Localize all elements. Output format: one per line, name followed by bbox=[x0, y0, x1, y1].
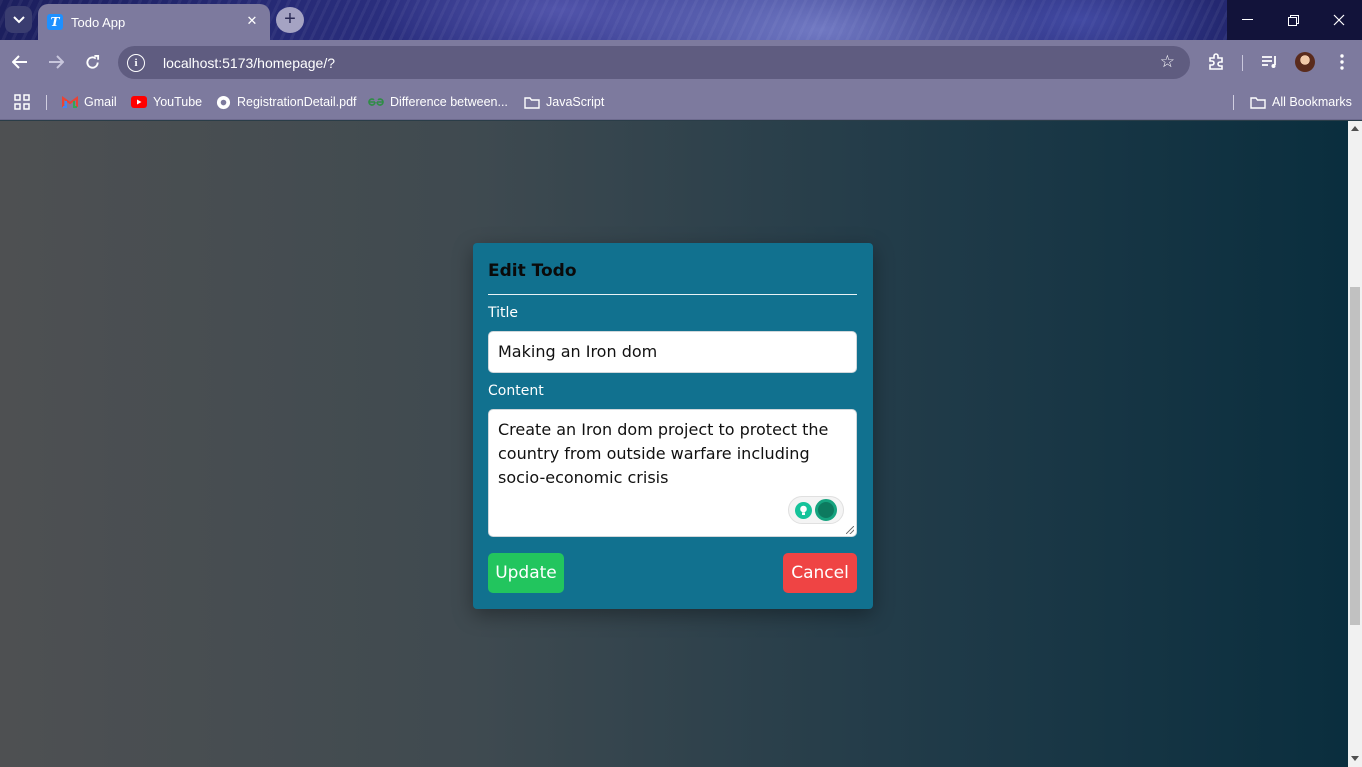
tab-todo-app[interactable]: T Todo App ✕ bbox=[38, 4, 270, 40]
reload-button[interactable] bbox=[81, 51, 103, 73]
youtube-icon bbox=[131, 94, 147, 110]
gmail-icon bbox=[62, 94, 78, 110]
bookmark-star-icon[interactable]: ☆ bbox=[1160, 52, 1175, 72]
new-tab-button[interactable]: + bbox=[276, 7, 304, 33]
update-button[interactable]: Update bbox=[488, 553, 564, 593]
restore-button[interactable] bbox=[1270, 0, 1316, 40]
bookmarks-separator-right bbox=[1233, 95, 1234, 110]
kebab-menu-icon[interactable] bbox=[1332, 52, 1352, 72]
close-window-button[interactable] bbox=[1316, 0, 1362, 40]
toolbar-divider bbox=[1242, 55, 1243, 71]
bookmark-label: JavaScript bbox=[546, 95, 605, 109]
scrollbar-thumb[interactable] bbox=[1350, 287, 1360, 625]
bookmark-gmail[interactable]: Gmail bbox=[62, 92, 117, 112]
tab-title: Todo App bbox=[71, 14, 126, 30]
media-control-icon[interactable] bbox=[1260, 52, 1280, 72]
chevron-down-icon bbox=[12, 15, 25, 23]
bookmarks-separator bbox=[46, 95, 47, 110]
scroll-up-arrow-icon[interactable] bbox=[1351, 126, 1359, 131]
dialog-heading: Edit Todo bbox=[488, 261, 577, 281]
tab-strip: T Todo App ✕ + bbox=[0, 0, 1362, 40]
bookmark-youtube[interactable]: YouTube bbox=[131, 92, 202, 112]
bookmark-label: Difference between... bbox=[390, 95, 508, 109]
url-text[interactable]: localhost:5173/homepage/? bbox=[163, 55, 335, 71]
bookmark-folder-javascript[interactable]: JavaScript bbox=[524, 92, 604, 112]
forward-button[interactable] bbox=[45, 51, 67, 73]
folder-icon bbox=[1250, 94, 1266, 110]
site-info-icon[interactable]: i bbox=[127, 53, 145, 72]
scroll-down-arrow-icon[interactable] bbox=[1351, 756, 1359, 761]
todo-app-favicon-icon: T bbox=[47, 14, 63, 30]
browser-toolbar: i localhost:5173/homepage/? ☆ bbox=[0, 40, 1362, 84]
all-bookmarks-button[interactable]: All Bookmarks bbox=[1250, 92, 1352, 112]
bookmark-label: Gmail bbox=[84, 95, 117, 109]
content-label: Content bbox=[488, 383, 544, 399]
arrow-right-icon bbox=[49, 55, 64, 69]
content-text: Create an Iron dom project to protect th… bbox=[498, 420, 829, 487]
bookmark-difference-between[interactable]: Difference between... bbox=[368, 92, 508, 112]
all-bookmarks-label: All Bookmarks bbox=[1272, 95, 1352, 109]
title-label: Title bbox=[488, 305, 519, 321]
page-background: Edit Todo Title Making an Iron dom Conte… bbox=[0, 121, 1348, 767]
bookmark-label: YouTube bbox=[153, 95, 203, 109]
title-input[interactable]: Making an Iron dom bbox=[488, 331, 857, 373]
page-scrollbar[interactable] bbox=[1348, 121, 1362, 767]
apps-grid-button[interactable] bbox=[14, 92, 30, 112]
resize-grip-icon[interactable] bbox=[846, 526, 854, 534]
content-textarea[interactable]: Create an Iron dom project to protect th… bbox=[488, 409, 857, 537]
grammarly-icon[interactable] bbox=[815, 499, 838, 521]
geeksforgeeks-icon bbox=[368, 94, 384, 110]
minimize-button[interactable] bbox=[1224, 0, 1270, 40]
address-bar[interactable]: i localhost:5173/homepage/? ☆ bbox=[118, 46, 1190, 79]
grammarly-widget[interactable] bbox=[788, 496, 844, 524]
minimize-icon bbox=[1241, 19, 1253, 20]
close-icon bbox=[1333, 14, 1345, 26]
close-tab-icon[interactable]: ✕ bbox=[244, 13, 260, 29]
chrome-pdf-icon bbox=[215, 94, 231, 110]
lightbulb-icon[interactable] bbox=[794, 501, 812, 519]
bookmarks-bar: Gmail YouTube RegistrationDetail.pdf Dif… bbox=[0, 84, 1362, 120]
arrow-left-icon bbox=[12, 55, 27, 69]
restore-icon bbox=[1287, 14, 1299, 26]
extensions-icon[interactable] bbox=[1206, 52, 1226, 72]
cancel-button[interactable]: Cancel bbox=[783, 553, 857, 593]
reload-icon bbox=[85, 54, 99, 69]
bookmark-label: RegistrationDetail.pdf bbox=[237, 95, 357, 109]
tab-search-button[interactable] bbox=[5, 6, 32, 33]
edit-todo-dialog: Edit Todo Title Making an Iron dom Conte… bbox=[473, 243, 873, 609]
back-button[interactable] bbox=[9, 51, 31, 73]
heading-divider bbox=[488, 294, 857, 295]
apps-grid-icon bbox=[14, 94, 30, 110]
window-controls bbox=[1224, 0, 1362, 40]
folder-icon bbox=[524, 94, 540, 110]
bookmark-registration-pdf[interactable]: RegistrationDetail.pdf bbox=[215, 92, 357, 112]
profile-avatar[interactable] bbox=[1295, 52, 1315, 72]
